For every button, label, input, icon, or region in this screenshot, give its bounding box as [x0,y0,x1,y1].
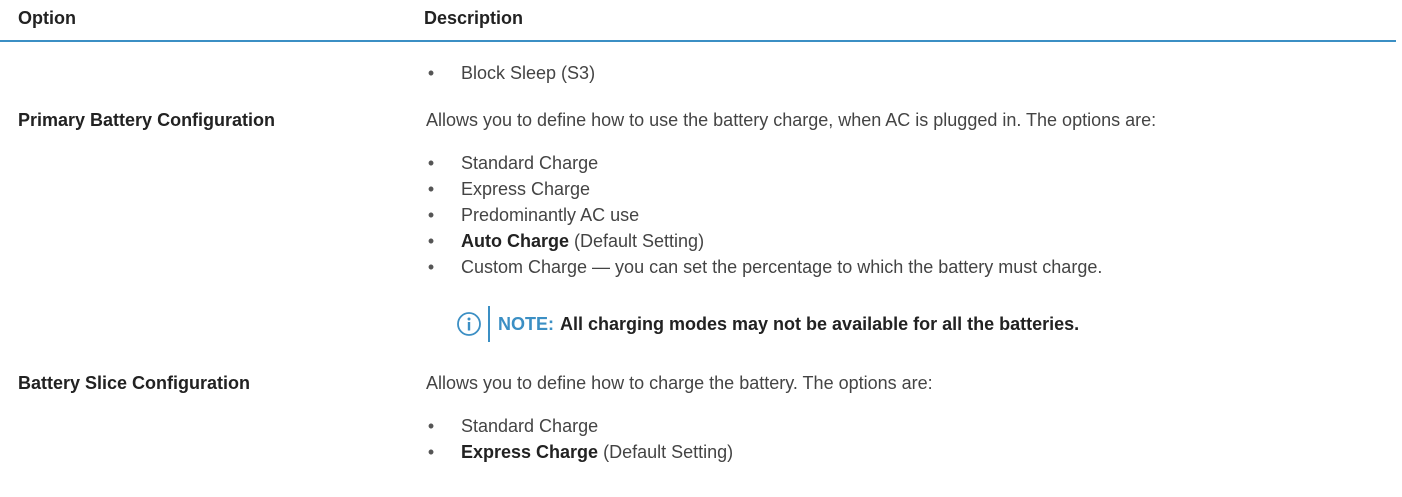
option-list: • Standard Charge • Express Charge (Defa… [426,413,733,465]
list-item-text: Custom Charge — you can set the percenta… [461,257,1103,277]
list-item: • Custom Charge — you can set the percen… [426,254,1103,280]
bullet-icon: • [427,153,435,173]
list-item-text: Express Charge [461,179,591,199]
note-callout: NOTE: All charging modes may not be avai… [456,306,1079,342]
column-header-option: Option [18,8,76,28]
column-header-description: Description [424,8,524,28]
note-divider [488,306,490,342]
bullet-icon: • [427,257,435,277]
bullet-icon: • [427,231,435,251]
continuation-list: • Block Sleep (S3) [426,60,595,86]
list-item: • Block Sleep (S3) [426,60,595,86]
option-description: Allows you to define how to use the batt… [426,110,1157,130]
list-item: • Express Charge (Default Setting) [426,439,733,465]
bullet-icon: • [427,205,435,225]
list-item: • Auto Charge (Default Setting) [426,228,1102,254]
list-item-bold: Auto Charge [461,231,569,251]
list-item-text: Block Sleep (S3) [461,63,596,83]
info-circle-icon [456,311,482,337]
bullet-icon: • [427,416,435,436]
list-item: • Predominantly AC use [426,202,1102,228]
option-list: • Standard Charge • Express Charge • Pre… [426,150,1103,280]
bullet-icon: • [427,442,435,462]
list-item: • Express Charge [426,176,1102,202]
option-name: Battery Slice Configuration [18,373,251,393]
list-item-text: Predominantly AC use [461,205,640,225]
list-item: • Standard Charge [426,150,1102,176]
bullet-icon: • [427,63,435,83]
list-item: • Standard Charge [426,413,733,439]
list-item-text: Standard Charge [461,416,599,436]
list-item-text: (Default Setting) [569,231,705,251]
list-item-bold: Express Charge [461,442,599,462]
note-label: NOTE: [498,313,554,334]
table-header: Option Description [0,0,1396,42]
list-item-text: Standard Charge [461,153,599,173]
option-description: Allows you to define how to charge the b… [426,373,933,393]
bullet-icon: • [427,179,435,199]
note-text: All charging modes may not be available … [560,313,1080,334]
list-item-text: (Default Setting) [598,442,734,462]
option-name: Primary Battery Configuration [18,110,276,130]
